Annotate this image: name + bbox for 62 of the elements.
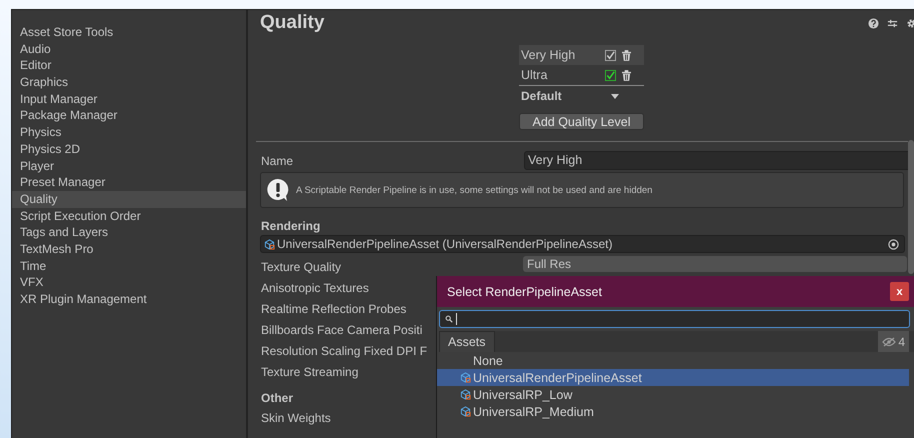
- warning-icon: [266, 178, 290, 202]
- dropdown[interactable]: Full Res: [523, 256, 907, 272]
- asset-list-item[interactable]: UniversalRP_Low: [437, 386, 909, 403]
- sidebar-item[interactable]: Preset Manager: [12, 174, 246, 191]
- sidebar-item[interactable]: Player: [12, 158, 246, 174]
- sidebar-item[interactable]: Physics 2D: [12, 140, 246, 158]
- setting-label: Resolution Scaling Fixed DPI F: [260, 344, 428, 358]
- sidebar-item[interactable]: TextMesh Pro: [12, 240, 246, 258]
- eye-slash-icon: [882, 336, 896, 346]
- sidebar-item[interactable]: Asset Store Tools: [12, 24, 246, 41]
- sidebar-item[interactable]: Time: [12, 258, 246, 274]
- scrollbar[interactable]: [908, 140, 914, 274]
- field-label: Name: [260, 154, 294, 168]
- name-field[interactable]: Very High: [524, 151, 911, 170]
- search-icon: [445, 315, 453, 323]
- trash-icon[interactable]: [622, 50, 631, 60]
- hidden-count-button[interactable]: 4: [878, 331, 909, 352]
- quality-level-name[interactable]: Ultra: [521, 68, 605, 82]
- setting-label: Skin Weights: [260, 410, 331, 424]
- setting-label: Billboards Face Camera Positi: [260, 322, 422, 336]
- asset-icon: [460, 389, 471, 400]
- object-field-value: UniversalRenderPipelineAsset (UniversalRenderPipelineAsset): [277, 237, 614, 251]
- asset-icon: [264, 238, 275, 250]
- sidebar-item[interactable]: VFX: [12, 274, 246, 291]
- asset-icon: [460, 406, 471, 417]
- picker-title: Select RenderPipelineAsset: [447, 284, 602, 298]
- sidebar-item[interactable]: XR Plugin Management: [12, 291, 246, 308]
- sidebar-item[interactable]: Package Manager: [12, 107, 246, 124]
- setting-label: Anisotropic Textures: [260, 280, 369, 294]
- sidebar-item[interactable]: Tags and Layers: [12, 224, 246, 241]
- default-label: Default: [521, 89, 563, 103]
- object-picker-icon[interactable]: [888, 238, 899, 250]
- setting-label: Texture Quality: [260, 260, 342, 274]
- trash-icon[interactable]: [622, 70, 631, 80]
- asset-icon: [460, 372, 471, 383]
- panel-title: Quality: [260, 12, 324, 34]
- sidebar-item[interactable]: Graphics: [12, 74, 246, 91]
- close-button[interactable]: x: [890, 282, 909, 301]
- checkbox[interactable]: [605, 50, 616, 60]
- section-header: Rendering: [260, 219, 320, 235]
- sidebar-item[interactable]: Script Execution Order: [12, 208, 246, 224]
- sliders-icon[interactable]: [887, 18, 898, 28]
- setting-label: Texture Streaming: [260, 364, 358, 378]
- sidebar-item[interactable]: Editor: [12, 57, 246, 74]
- setting-label: Realtime Reflection Probes: [260, 302, 406, 316]
- help-icon[interactable]: [868, 18, 879, 28]
- add-quality-level-button[interactable]: Add Quality Level: [519, 113, 644, 130]
- assets-tab[interactable]: Assets: [439, 331, 495, 352]
- caret-icon[interactable]: [611, 94, 619, 98]
- sidebar-item[interactable]: Input Manager: [12, 90, 246, 108]
- sidebar-item[interactable]: Physics: [12, 124, 246, 141]
- asset-list-item[interactable]: UniversalRP_Medium: [437, 403, 909, 420]
- checkbox[interactable]: [605, 70, 616, 80]
- sidebar-item[interactable]: Audio: [12, 40, 246, 58]
- section-header: Other: [260, 391, 294, 407]
- search-field[interactable]: [439, 310, 910, 328]
- asset-list-item[interactable]: None: [437, 352, 909, 369]
- object-field[interactable]: UniversalRenderPipelineAsset (UniversalRenderPipelineAsset): [260, 235, 905, 253]
- sidebar-item[interactable]: Quality: [12, 190, 246, 208]
- settings-icon[interactable]: [906, 18, 914, 28]
- help-text: A Scriptable Render Pipeline is in use, some settings will not be used and are hidden: [296, 184, 652, 196]
- asset-list-item[interactable]: UniversalRenderPipelineAsset: [437, 369, 909, 386]
